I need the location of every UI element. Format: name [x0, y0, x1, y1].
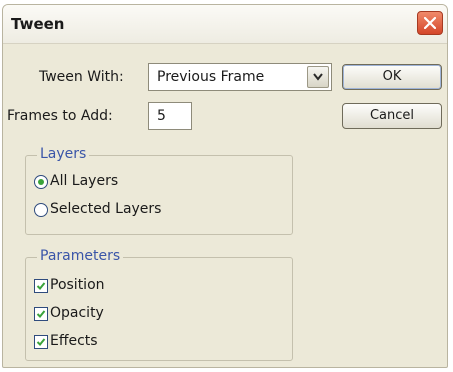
all-layers-radio[interactable]	[34, 175, 48, 189]
selected-layers-label[interactable]: Selected Layers	[50, 201, 161, 217]
selected-layers-radio[interactable]	[34, 203, 48, 217]
all-layers-label[interactable]: All Layers	[50, 173, 118, 189]
tween-with-select[interactable]: Previous Frame	[148, 63, 332, 91]
tween-with-label: Tween With:	[39, 69, 124, 85]
cancel-button[interactable]: Cancel	[342, 103, 442, 129]
checkmark-icon	[36, 282, 46, 290]
checkmark-icon	[36, 338, 46, 346]
opacity-checkbox[interactable]	[34, 307, 48, 321]
chevron-down-icon	[313, 73, 323, 81]
frames-to-add-input[interactable]: 5	[148, 102, 192, 130]
effects-checkbox[interactable]	[34, 335, 48, 349]
parameters-legend: Parameters	[37, 248, 124, 264]
dialog-title: Tween	[11, 15, 65, 33]
tween-dialog: Tween Tween With: Previous Frame Frames …	[2, 4, 448, 368]
effects-label[interactable]: Effects	[50, 333, 98, 349]
close-button[interactable]	[417, 11, 443, 35]
radio-selected-dot	[38, 179, 44, 185]
layers-group	[25, 155, 293, 235]
frames-to-add-value: 5	[157, 108, 166, 124]
dropdown-button[interactable]	[307, 66, 329, 88]
frames-to-add-label: Frames to Add:	[7, 108, 113, 124]
layers-legend: Layers	[37, 146, 90, 162]
opacity-label[interactable]: Opacity	[50, 305, 104, 321]
position-checkbox[interactable]	[34, 279, 48, 293]
tween-with-value: Previous Frame	[157, 69, 265, 85]
checkmark-icon	[36, 310, 46, 318]
title-bar[interactable]: Tween	[3, 5, 447, 44]
ok-button[interactable]: OK	[342, 64, 442, 90]
close-icon	[424, 17, 436, 29]
position-label[interactable]: Position	[50, 277, 105, 293]
